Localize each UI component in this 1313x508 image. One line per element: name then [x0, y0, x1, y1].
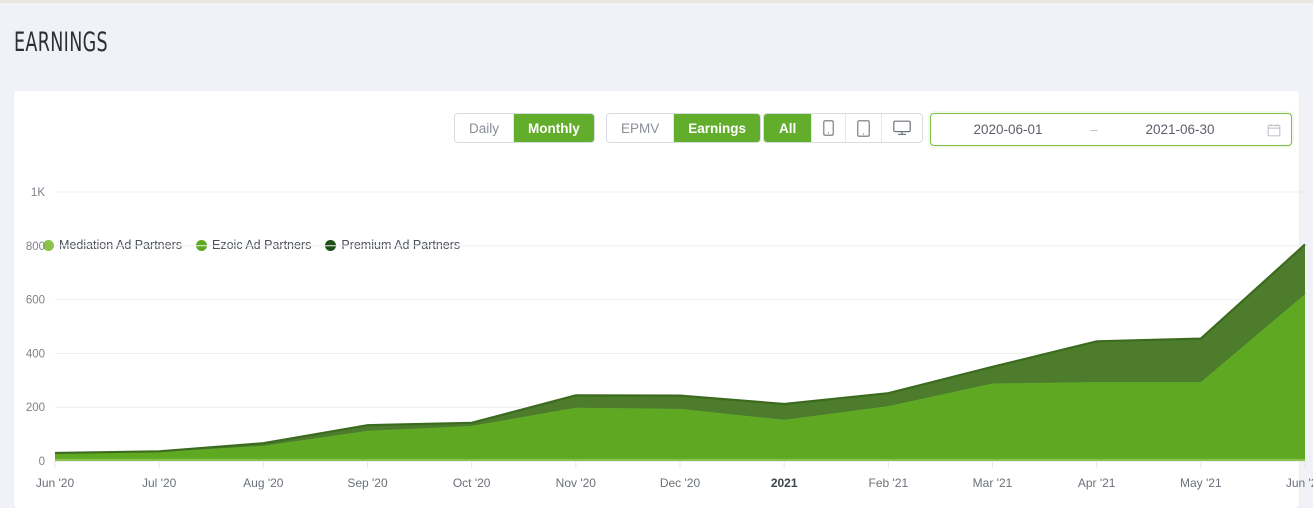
- device-button-desktop[interactable]: [882, 114, 923, 142]
- calendar-icon[interactable]: [1257, 123, 1291, 137]
- x-axis-tick-label: Mar '21: [973, 476, 1013, 490]
- interval-button-monthly[interactable]: Monthly: [514, 114, 594, 142]
- interval-button-daily[interactable]: Daily: [455, 114, 515, 142]
- y-axis-tick-label: 400: [26, 348, 45, 360]
- chart-svg: 0 200 400 600 800 1K Jun '20 Jul '20 Aug '20 Sep …: [26, 187, 1313, 490]
- earnings-area-chart: 0 200 400 600 800 1K Jun '20 Jul '20 Aug '20 Sep …: [0, 170, 1313, 508]
- interval-button-group[interactable]: Daily Monthly: [454, 113, 595, 143]
- device-button-group[interactable]: All: [763, 113, 924, 143]
- x-axis-tick-label: Jun '20: [36, 476, 75, 490]
- date-range-separator: –: [1090, 122, 1098, 137]
- x-axis-tick-label: Jun '21: [1286, 476, 1313, 490]
- y-axis-tick-label: 600: [26, 295, 45, 307]
- y-axis-tick-label: 800: [26, 241, 45, 253]
- metric-button-epmv[interactable]: EPMV: [607, 114, 675, 142]
- metric-button-group[interactable]: EPMV Earnings: [606, 113, 762, 143]
- x-axis-tick-label: Jul '20: [142, 476, 177, 490]
- y-axis-tick-label: 1K: [31, 187, 45, 199]
- x-axis-tick-label: Sep '20: [347, 476, 388, 490]
- x-axis-tick-label: Apr '21: [1078, 476, 1116, 490]
- x-axis-tick-label: 2021: [771, 476, 798, 490]
- x-axis-tick-label: Dec '20: [660, 476, 701, 490]
- device-button-all[interactable]: All: [764, 114, 813, 142]
- x-axis-tick-label: May '21: [1180, 476, 1222, 490]
- y-axis-tick-label: 200: [26, 402, 45, 414]
- y-axis-tick-label: 0: [39, 456, 45, 468]
- date-range-end[interactable]: 2021-06-30: [1103, 122, 1257, 137]
- date-range-start[interactable]: 2020-06-01: [931, 122, 1085, 137]
- page-title: EARNINGS: [14, 27, 109, 58]
- x-axis-tick-label: Nov '20: [556, 476, 597, 490]
- device-button-tablet[interactable]: [846, 114, 883, 142]
- x-axis-tick-label: Feb '21: [869, 476, 909, 490]
- x-axis-tick-label: Aug '20: [243, 476, 284, 490]
- top-divider: [0, 0, 1313, 3]
- device-button-mobile[interactable]: [812, 114, 847, 142]
- metric-button-earnings[interactable]: Earnings: [674, 114, 761, 142]
- x-axis-tick-label: Oct '20: [453, 476, 491, 490]
- date-range-picker[interactable]: 2020-06-01 – 2021-06-30: [930, 113, 1292, 146]
